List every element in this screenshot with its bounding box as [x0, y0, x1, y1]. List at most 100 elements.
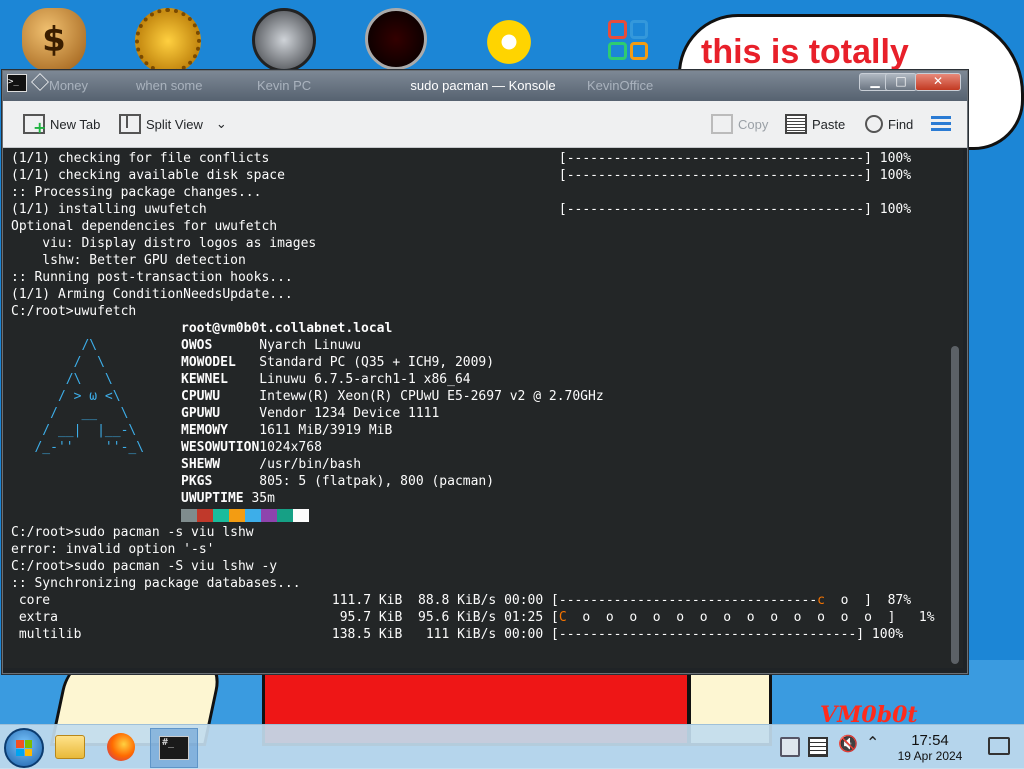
hamburger-menu-icon [931, 116, 951, 132]
fetch-info-value: 35m [251, 491, 275, 506]
color-swatch [181, 509, 197, 522]
taskbar-file-manager[interactable] [54, 729, 86, 765]
taskbar-konsole-active[interactable]: #_ [150, 728, 198, 768]
find-button[interactable]: Find [865, 111, 913, 137]
fetch-info-key: SHEWW [181, 457, 260, 472]
fetch-info-row: UWUPTIME 35m [181, 490, 275, 507]
progress-remainder: o ] 87% [824, 593, 912, 608]
window-title: sudo pacman — Konsole [410, 78, 556, 93]
color-swatch [197, 509, 213, 522]
clipboard-icon[interactable] [780, 737, 800, 757]
terminal-line: Optional dependencies for uwufetch [11, 219, 278, 234]
progress-remainder: ] 100% [856, 627, 904, 642]
fetch-info-key: KEWNEL [181, 372, 260, 387]
volume-muted-icon[interactable]: 🔇 [838, 734, 858, 753]
fetch-info-value: /usr/bin/bash [259, 457, 362, 472]
fetch-info-value: 805: 5 (flatpak), 800 (pacman) [259, 474, 495, 489]
speedometer-icon[interactable] [252, 8, 316, 72]
konsole-app-icon[interactable]: >_ [7, 74, 27, 92]
chevron-down-icon: ⌄ [215, 116, 227, 131]
terminal-line: C:/root>uwufetch [11, 304, 137, 319]
fetch-info-row: CPUWU Inteww(R) Xeon(R) CPUwU E5-2697 v2… [181, 388, 604, 405]
folder-icon [55, 735, 85, 759]
download-progress-row: extra 95.7 KiB 95.6 KiB/s 01:25 [C o o o… [11, 609, 935, 626]
windows-logo-icon [16, 740, 32, 756]
notes-icon[interactable] [808, 737, 828, 757]
terminal-line: (1/1) checking for file conflicts [-----… [11, 151, 912, 166]
konsole-window[interactable]: >_ Money when some Kevin PC KevinOffice … [2, 70, 968, 674]
window-titlebar[interactable]: >_ Money when some Kevin PC KevinOffice … [3, 71, 967, 101]
ghost-label-whensome: when some [136, 78, 203, 93]
split-view-label: Split View [146, 116, 203, 132]
fetch-info-key: MOWODEL [181, 355, 260, 370]
color-palette [181, 507, 309, 524]
split-view-icon [119, 114, 141, 134]
color-swatch [245, 509, 261, 522]
fetch-user-host: root@vm0b0t.collabnet.local [181, 321, 393, 336]
terminal-line: C:/root>sudo pacman -S viu lshw -y [11, 559, 278, 574]
fetch-info-key: CPUWU [181, 389, 260, 404]
color-swatch [213, 509, 229, 522]
terminal-icon: #_ [159, 736, 189, 760]
distro-logo-line: /_-'' ''-_\ [11, 440, 145, 455]
terminal-line: :: Running post-transaction hooks... [11, 270, 293, 285]
taskbar: #_ 🔇 ⌃ 17:54 19 Apr 2024 [0, 724, 1024, 769]
fetch-info-row: KEWNEL Linuwu 6.7.5-arch1-1 x86_64 [181, 371, 471, 388]
office-icon[interactable] [596, 8, 660, 72]
distro-logo-line: / __ \ [11, 406, 129, 421]
fetch-info-row: SHEWW /usr/bin/bash [181, 456, 361, 473]
close-button[interactable]: ✕ [915, 73, 961, 91]
fetch-info-key: WESOWUTION [181, 440, 260, 455]
fetch-info-row: MEMOWY 1611 MiB/3919 MiB [181, 422, 392, 439]
fetch-info-row: MOWODEL Standard PC (Q35 + ICH9, 2009) [181, 354, 494, 371]
new-tab-icon [23, 114, 46, 137]
fetch-info-value: Nyarch Linuwu [259, 338, 362, 353]
new-tab-button[interactable]: New Tab [23, 111, 100, 137]
start-button[interactable] [4, 728, 44, 768]
distro-logo-line: / \ [11, 355, 105, 370]
color-swatch [229, 509, 245, 522]
paper-icon[interactable] [365, 8, 427, 70]
gear-icon[interactable] [135, 8, 201, 74]
fetch-info-key: GPUWU [181, 406, 260, 421]
terminal-line: C:/root>sudo pacman -s viu lshw [11, 525, 254, 540]
fetch-info-value: Standard PC (Q35 + ICH9, 2009) [259, 355, 495, 370]
fetch-info-value: Vendor 1234 Device 1111 [259, 406, 440, 421]
show-desktop-icon[interactable] [988, 737, 1010, 755]
money-bag-icon[interactable]: $ [22, 8, 86, 72]
fetch-info-key: PKGS [181, 474, 260, 489]
copy-button[interactable]: Copy [711, 111, 768, 137]
split-view-button[interactable]: Split View ⌄ [119, 111, 227, 137]
copy-label: Copy [738, 116, 769, 132]
terminal-line: (1/1) Arming ConditionNeedsUpdate... [11, 287, 293, 302]
fetch-info-row: WESOWUTION1024x768 [181, 439, 322, 456]
progress-text: extra 95.7 KiB 95.6 KiB/s 01:25 [ [11, 610, 559, 625]
fetch-info-key: UWUPTIME [181, 491, 252, 506]
window-menu-icon[interactable] [31, 73, 49, 91]
distro-logo-line: /\ [11, 338, 98, 353]
clock-time[interactable]: 17:54 [890, 732, 970, 749]
tray-expand-icon[interactable]: ⌃ [866, 733, 882, 752]
find-label: Find [888, 116, 914, 132]
distro-logo-line: / > ω <\ [11, 389, 121, 404]
hamburger-menu-button[interactable] [931, 111, 951, 137]
clock-date[interactable]: 19 Apr 2024 [888, 749, 972, 763]
paste-button[interactable]: Paste [785, 111, 845, 137]
distro-logo-line: /\ \ [11, 372, 113, 387]
firefox-icon [107, 733, 135, 761]
progress-text: multilib 138.5 KiB 111 KiB/s 00:00 [----… [11, 627, 857, 642]
fetch-info-value: Inteww(R) Xeon(R) CPUwU E5-2697 v2 @ 2.7… [259, 389, 604, 404]
download-progress-row: core 111.7 KiB 88.8 KiB/s 00:00 [-------… [11, 592, 911, 609]
konsole-toolbar: New Tab Split View ⌄ Copy Paste Find [3, 101, 967, 148]
fetch-info-value: 1024x768 [259, 440, 322, 455]
progress-remainder: o o o o o o o o o o o o o ] 1% [566, 610, 935, 625]
globe-icon[interactable] [475, 8, 543, 76]
taskbar-firefox[interactable] [104, 729, 138, 765]
terminal-line: lshw: Better GPU detection [11, 253, 246, 268]
fetch-info-row: PKGS 805: 5 (flatpak), 800 (pacman) [181, 473, 494, 490]
maximize-button[interactable]: □ [885, 73, 917, 91]
terminal-output[interactable]: (1/1) checking for file conflicts [-----… [3, 148, 951, 668]
terminal-scrollbar-thumb[interactable] [951, 346, 959, 664]
ghost-label-money: Money [49, 78, 89, 93]
color-swatch [261, 509, 277, 522]
